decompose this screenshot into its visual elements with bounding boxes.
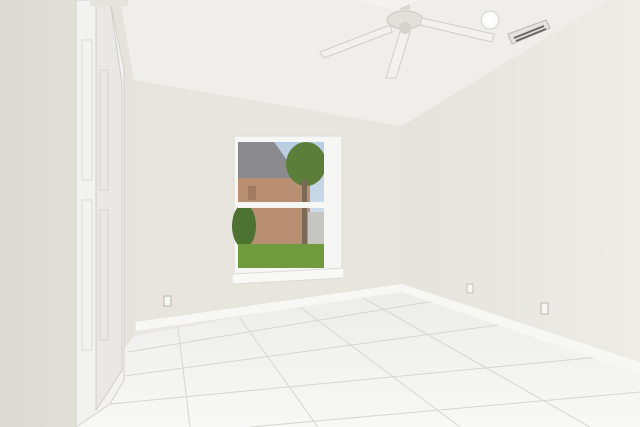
shrub: [232, 204, 256, 248]
closet-door: [75, 0, 128, 427]
window-sash-bar: [238, 202, 328, 208]
room-scene: [0, 0, 640, 427]
tree-canopy: [286, 142, 326, 186]
window: [231, 135, 345, 285]
lawn: [238, 244, 324, 268]
recessed-light-icon: [480, 10, 500, 30]
